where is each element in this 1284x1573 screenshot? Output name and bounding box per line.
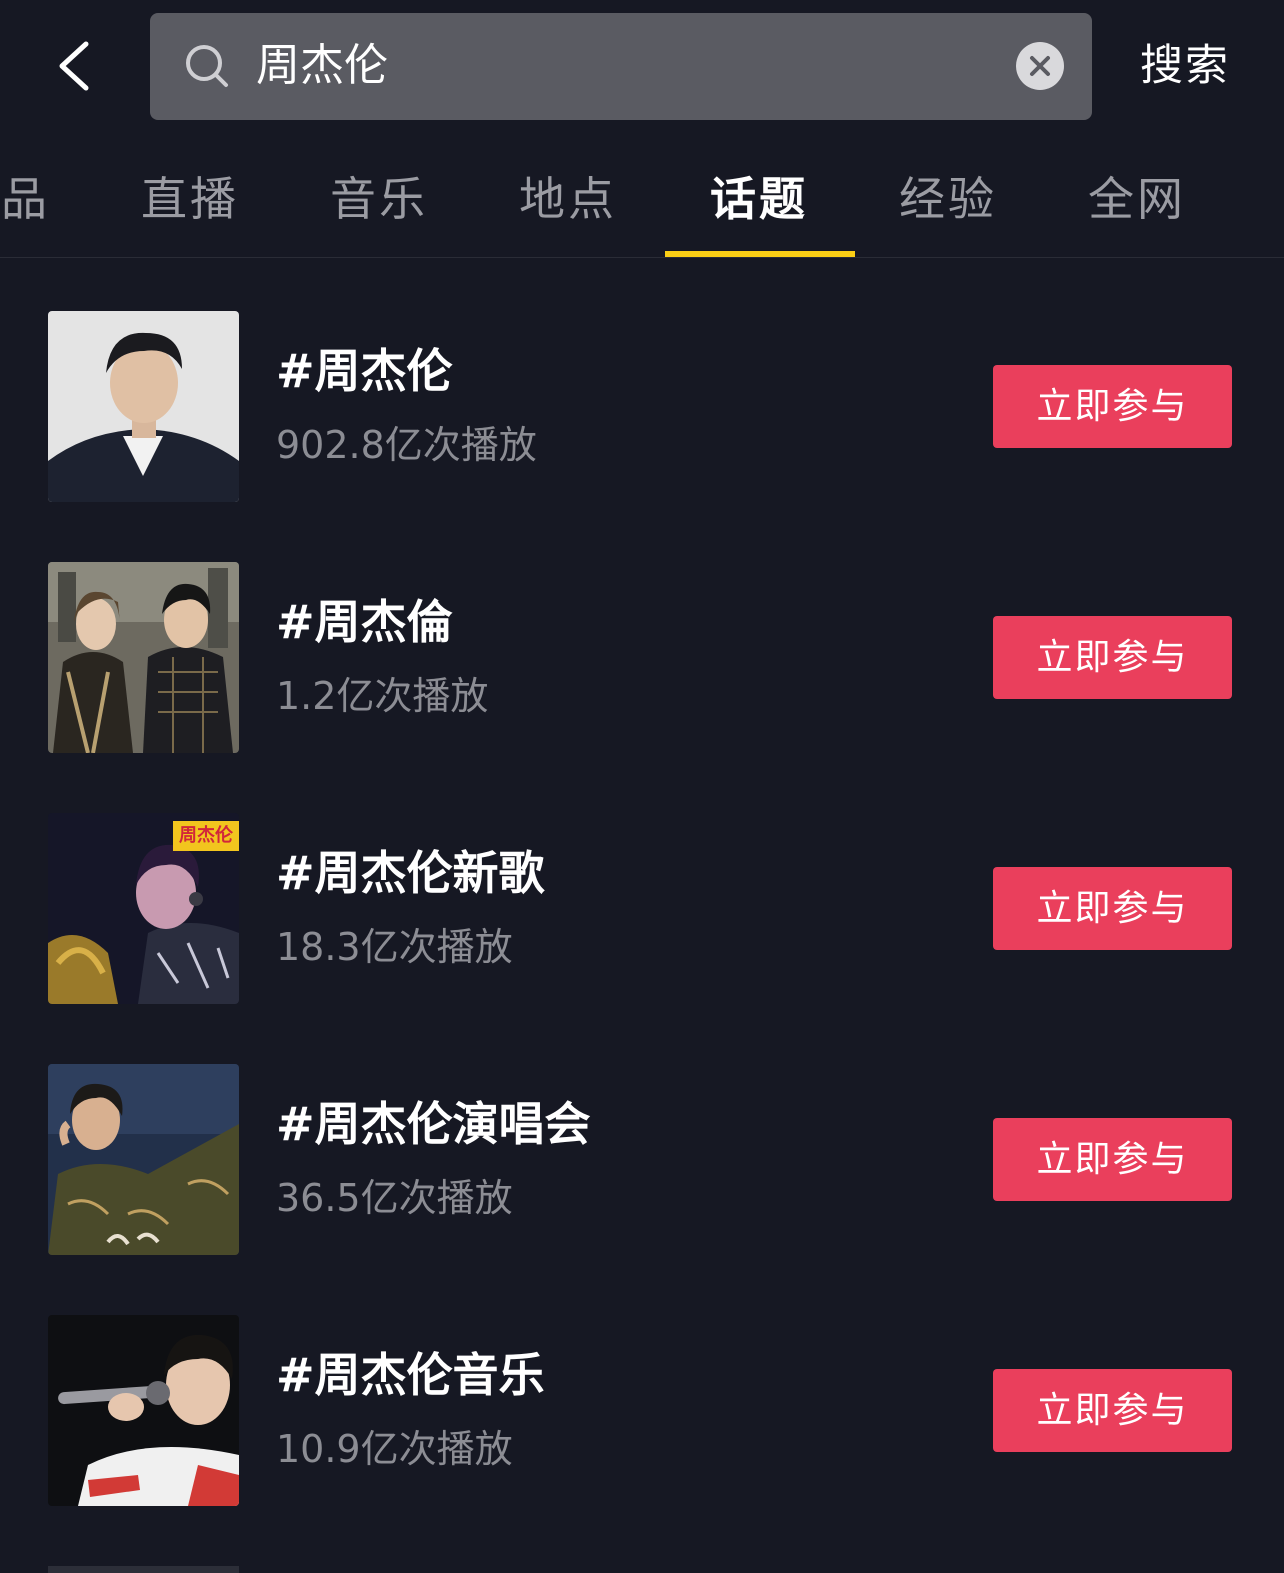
tab-live[interactable]: 直播	[110, 164, 270, 234]
back-button[interactable]	[40, 26, 110, 106]
tab-products[interactable]: 品	[0, 164, 50, 234]
topic-play-count: 1.2亿次播放	[276, 674, 489, 718]
topic-thumbnail	[48, 562, 239, 753]
portrait-image	[48, 311, 239, 502]
close-icon	[1030, 56, 1050, 76]
tab-web[interactable]: 全网	[1057, 164, 1217, 234]
topic-list: #周杰伦 902.8亿次播放 立即参与 #周杰倫 1.2亿次播放 立即参与 周杰…	[0, 258, 1284, 1573]
join-topic-button[interactable]: 立即参与	[993, 616, 1232, 699]
concert-performer-image	[48, 1064, 239, 1255]
singer-with-microphone-image	[48, 1315, 239, 1506]
topic-row[interactable]: #周杰倫 1.2亿次播放 立即参与	[0, 562, 1284, 762]
join-topic-button[interactable]: 立即参与	[993, 1369, 1232, 1452]
topic-thumbnail	[48, 311, 239, 502]
topic-title: #周杰伦演唱会	[276, 1097, 591, 1151]
join-topic-button[interactable]: 立即参与	[993, 867, 1232, 950]
clear-search-button[interactable]	[1016, 42, 1064, 90]
topic-title: #周杰倫	[276, 595, 453, 649]
topic-play-count: 36.5亿次播放	[276, 1176, 513, 1220]
join-topic-button[interactable]: 立即参与	[993, 365, 1232, 448]
search-category-tabs: 品 直播 音乐 地点 话题 经验 全网	[0, 150, 1284, 258]
active-tab-indicator	[665, 251, 855, 257]
next-topic-thumbnail-partial	[48, 1566, 239, 1573]
search-input[interactable]	[256, 31, 996, 101]
topic-thumbnail	[48, 1064, 239, 1255]
tab-music[interactable]: 音乐	[299, 164, 459, 234]
topic-row[interactable]: #周杰伦音乐 10.9亿次播放 立即参与	[0, 1315, 1284, 1515]
thumbnail-caption: 周杰伦	[173, 821, 239, 851]
topic-title: #周杰伦	[276, 344, 453, 398]
topic-play-count: 18.3亿次播放	[276, 925, 513, 969]
search-box[interactable]	[150, 13, 1092, 120]
topic-play-count: 10.9亿次播放	[276, 1427, 513, 1471]
tab-topics[interactable]: 话题	[679, 164, 839, 234]
tab-experience[interactable]: 经验	[868, 164, 1028, 234]
topic-play-count: 902.8亿次播放	[276, 423, 537, 467]
topic-row[interactable]: #周杰伦 902.8亿次播放 立即参与	[0, 311, 1284, 511]
topic-row[interactable]: 周杰伦 #周杰伦新歌 18.3亿次播放 立即参与	[0, 813, 1284, 1013]
topic-thumbnail	[48, 1315, 239, 1506]
topic-title: #周杰伦音乐	[276, 1348, 545, 1402]
chevron-left-icon	[59, 41, 89, 91]
join-topic-button[interactable]: 立即参与	[993, 1118, 1232, 1201]
tab-places[interactable]: 地点	[488, 164, 648, 234]
topic-row[interactable]: #周杰伦演唱会 36.5亿次播放 立即参与	[0, 1064, 1284, 1264]
couple-photo-image	[48, 562, 239, 753]
topic-title: #周杰伦新歌	[276, 846, 545, 900]
top-bar: 搜索	[0, 0, 1284, 130]
search-submit-button[interactable]: 搜索	[1110, 34, 1260, 98]
topic-thumbnail: 周杰伦	[48, 813, 239, 1004]
search-icon	[186, 45, 228, 87]
